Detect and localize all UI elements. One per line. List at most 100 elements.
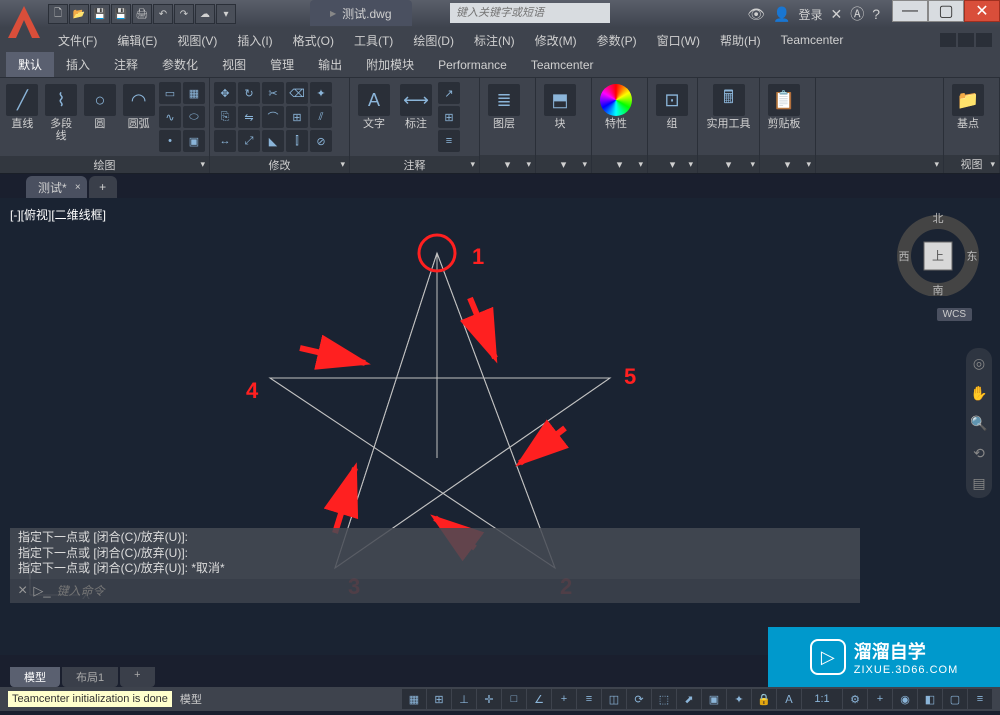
custom-icon[interactable]: ≡ bbox=[968, 689, 992, 709]
panel-anno-title[interactable]: 注释 bbox=[350, 156, 479, 173]
menu-edit[interactable]: 编辑(E) bbox=[107, 28, 167, 52]
panel-group-title[interactable]: ▾ bbox=[648, 155, 697, 173]
panel-modify-title[interactable]: 修改 bbox=[210, 156, 349, 173]
rotate-icon[interactable]: ↻ bbox=[238, 82, 260, 104]
chamfer-icon[interactable]: ◣ bbox=[262, 130, 284, 152]
sel-icon[interactable]: ▣ bbox=[702, 689, 726, 709]
line-button[interactable]: ╱直线 bbox=[4, 82, 41, 132]
trim-icon[interactable]: ✂ bbox=[262, 82, 284, 104]
nav-pan-icon[interactable]: ✋ bbox=[970, 382, 988, 404]
annoscale-icon[interactable]: 🔒 bbox=[752, 689, 776, 709]
panel-block-title[interactable]: ▾ bbox=[536, 155, 591, 173]
panel-draw-title[interactable]: 绘图 bbox=[0, 156, 209, 173]
break-icon[interactable]: ⊘ bbox=[310, 130, 332, 152]
ellipse-icon[interactable]: ⬭ bbox=[183, 106, 205, 128]
search-input[interactable] bbox=[450, 3, 610, 23]
rtab-parametric[interactable]: 参数化 bbox=[150, 52, 210, 77]
menu-teamcenter[interactable]: Teamcenter bbox=[771, 28, 854, 52]
3dosnap-icon[interactable]: ⬚ bbox=[652, 689, 676, 709]
rtab-performance[interactable]: Performance bbox=[426, 52, 519, 77]
close-icon[interactable]: × bbox=[75, 182, 81, 193]
rtab-teamcenter[interactable]: Teamcenter bbox=[519, 52, 606, 77]
rtab-output[interactable]: 输出 bbox=[306, 52, 354, 77]
offset-icon[interactable]: ⫽ bbox=[310, 106, 332, 128]
copy-icon[interactable]: ⎘ bbox=[214, 106, 236, 128]
qat-new-icon[interactable]: 🗋 bbox=[48, 4, 68, 24]
maximize-button[interactable]: ▢ bbox=[928, 0, 964, 22]
menu-insert[interactable]: 插入(I) bbox=[227, 28, 282, 52]
panel-clip-title[interactable]: ▾ bbox=[760, 155, 815, 173]
qat-dropdown-icon[interactable]: ▾ bbox=[216, 4, 236, 24]
clip-button[interactable]: 📋剪贴板 bbox=[764, 82, 804, 132]
qat-save-icon[interactable]: 💾 bbox=[90, 4, 110, 24]
fillet-icon[interactable]: ⌒ bbox=[262, 106, 284, 128]
wcs-badge[interactable]: WCS bbox=[937, 308, 972, 321]
rtab-default[interactable]: 默认 bbox=[6, 52, 54, 77]
move-icon[interactable]: ✥ bbox=[214, 82, 236, 104]
point-icon[interactable]: • bbox=[159, 130, 181, 152]
qat-cloud-icon[interactable]: ☁ bbox=[195, 4, 215, 24]
circle-button[interactable]: ○圆 bbox=[82, 82, 119, 132]
polar-icon[interactable]: ✛ bbox=[477, 689, 501, 709]
transp-icon[interactable]: ◫ bbox=[602, 689, 626, 709]
signin-label[interactable]: 登录 bbox=[798, 6, 822, 23]
gizmo-icon[interactable]: ✦ bbox=[727, 689, 751, 709]
panel-base-title[interactable]: 视图 bbox=[944, 155, 999, 173]
spline-icon[interactable]: ∿ bbox=[159, 106, 181, 128]
stretch-icon[interactable]: ↔ bbox=[214, 130, 236, 152]
help-icon[interactable]: ? bbox=[872, 6, 880, 22]
dim-button[interactable]: ⟷标注 bbox=[396, 82, 436, 132]
exchange-icon[interactable]: ✕ bbox=[830, 6, 842, 23]
ortho-icon[interactable]: ⊥ bbox=[452, 689, 476, 709]
arc-button[interactable]: ◠圆弧 bbox=[120, 82, 157, 132]
snap-icon[interactable]: ⊞ bbox=[427, 689, 451, 709]
osnap-icon[interactable]: □ bbox=[502, 689, 526, 709]
nav-orbit-icon[interactable]: ⟲ bbox=[970, 442, 988, 464]
hardware-icon[interactable]: ◉ bbox=[893, 689, 917, 709]
doc-close-icon[interactable] bbox=[976, 33, 992, 47]
nav-wheel-icon[interactable]: ◎ bbox=[970, 352, 988, 374]
util-button[interactable]: 🖩实用工具 bbox=[702, 82, 755, 132]
menu-file[interactable]: 文件(F) bbox=[48, 28, 107, 52]
leader-icon[interactable]: ↗ bbox=[438, 82, 460, 104]
infocenter-icon[interactable]: 👁 bbox=[747, 6, 765, 23]
menu-dim[interactable]: 标注(N) bbox=[464, 28, 525, 52]
mtext-icon[interactable]: ≡ bbox=[438, 130, 460, 152]
command-input-row[interactable]: × ▷_ bbox=[10, 579, 860, 603]
rtab-view[interactable]: 视图 bbox=[210, 52, 258, 77]
dyn-icon[interactable]: + bbox=[552, 689, 576, 709]
base-button[interactable]: 📁基点 bbox=[948, 82, 988, 132]
menu-tools[interactable]: 工具(T) bbox=[344, 28, 403, 52]
menu-view[interactable]: 视图(V) bbox=[167, 28, 227, 52]
menu-format[interactable]: 格式(O) bbox=[283, 28, 344, 52]
panel-prop-title[interactable]: ▾ bbox=[592, 155, 647, 173]
prop-button[interactable]: 特性 bbox=[596, 82, 636, 132]
menu-draw[interactable]: 绘图(D) bbox=[403, 28, 464, 52]
text-button[interactable]: A文字 bbox=[354, 82, 394, 132]
rect-icon[interactable]: ▭ bbox=[159, 82, 181, 104]
mirror-icon[interactable]: ⇋ bbox=[238, 106, 260, 128]
scale-icon[interactable]: ⤢ bbox=[238, 130, 260, 152]
rtab-addins[interactable]: 附加模块 bbox=[354, 52, 426, 77]
ducs-icon[interactable]: ⬈ bbox=[677, 689, 701, 709]
lwt-icon[interactable]: ≡ bbox=[577, 689, 601, 709]
qat-saveas-icon[interactable]: 💾 bbox=[111, 4, 131, 24]
menu-help[interactable]: 帮助(H) bbox=[710, 28, 771, 52]
menu-modify[interactable]: 修改(M) bbox=[525, 28, 587, 52]
clean-icon[interactable]: ▢ bbox=[943, 689, 967, 709]
group-button[interactable]: ⊡组 bbox=[652, 82, 692, 132]
nav-showmotion-icon[interactable]: ▤ bbox=[970, 472, 988, 494]
rtab-insert[interactable]: 插入 bbox=[54, 52, 102, 77]
otrack-icon[interactable]: ∠ bbox=[527, 689, 551, 709]
viewcube[interactable]: 上 北 南 东 西 bbox=[894, 208, 982, 301]
annovis-icon[interactable]: Ａ bbox=[777, 689, 801, 709]
panel-util-title[interactable]: ▾ bbox=[698, 155, 759, 173]
block-button[interactable]: ⬒块 bbox=[540, 82, 580, 132]
explode-icon[interactable]: ✦ bbox=[310, 82, 332, 104]
scale-display[interactable]: 1:1 bbox=[802, 689, 842, 709]
hatch-icon[interactable]: ▦ bbox=[183, 82, 205, 104]
model-tab[interactable]: 模型 bbox=[10, 667, 60, 687]
grid-icon[interactable]: ▦ bbox=[402, 689, 426, 709]
layout1-tab[interactable]: 布局1 bbox=[62, 667, 118, 687]
command-input[interactable] bbox=[57, 584, 852, 598]
